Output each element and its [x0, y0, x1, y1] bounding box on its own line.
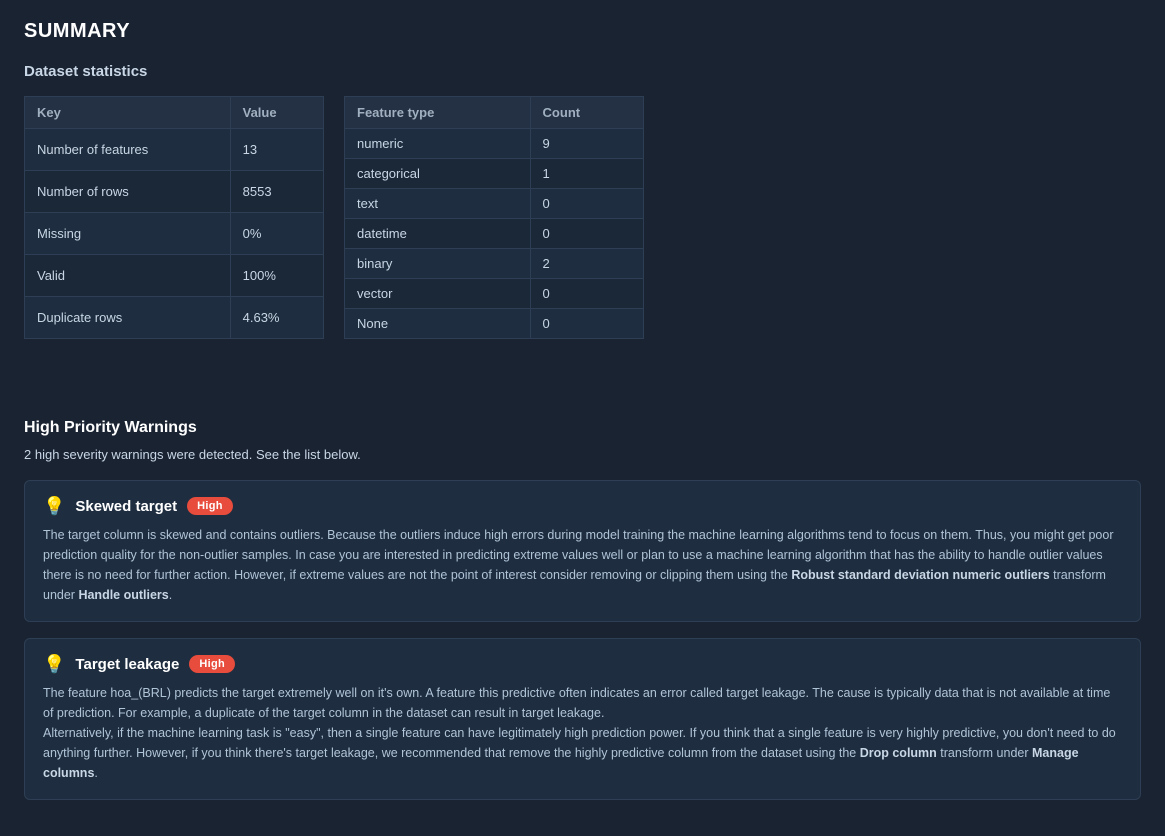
- table-cell-count: 9: [530, 129, 643, 159]
- warning-header: 💡 Target leakage High: [43, 655, 1122, 673]
- warning-body: The feature hoa_(BRL) predicts the targe…: [43, 683, 1122, 783]
- feature-type-table: Feature type Count numeric9categorical1t…: [344, 96, 644, 339]
- table-cell-value: 13: [230, 129, 323, 171]
- table-cell-value: 4.63%: [230, 297, 323, 339]
- table-cell-feature-type: text: [345, 189, 531, 219]
- table-cell-feature-type: categorical: [345, 159, 531, 189]
- table-cell-count: 2: [530, 249, 643, 279]
- table-cell-count: 0: [530, 189, 643, 219]
- col-header-value: Value: [230, 97, 323, 129]
- table-cell-key: Valid: [25, 255, 231, 297]
- table-cell-feature-type: datetime: [345, 219, 531, 249]
- warning-count-text: 2 high severity warnings were detected. …: [24, 447, 1141, 462]
- table-row: text0: [345, 189, 644, 219]
- table-row: Number of features13: [25, 129, 324, 171]
- lightbulb-icon: 💡: [43, 655, 65, 673]
- table-row: categorical1: [345, 159, 644, 189]
- high-badge: High: [187, 497, 233, 515]
- table-cell-key: Number of features: [25, 129, 231, 171]
- table-row: None0: [345, 309, 644, 339]
- warning-header: 💡 Skewed target High: [43, 497, 1122, 515]
- high-badge: High: [189, 655, 235, 673]
- table-cell-key: Duplicate rows: [25, 297, 231, 339]
- table-row: Valid100%: [25, 255, 324, 297]
- warning-title: Target leakage: [75, 656, 179, 673]
- lightbulb-icon: 💡: [43, 497, 65, 515]
- col-header-key: Key: [25, 97, 231, 129]
- table-cell-value: 8553: [230, 171, 323, 213]
- page-title: SUMMARY: [24, 20, 1141, 43]
- table-row: vector0: [345, 279, 644, 309]
- dataset-statistics-section: Dataset statistics Key Value Number of f…: [24, 63, 1141, 339]
- table-cell-key: Missing: [25, 213, 231, 255]
- table-cell-feature-type: binary: [345, 249, 531, 279]
- table-row: Missing0%: [25, 213, 324, 255]
- table-cell-value: 0%: [230, 213, 323, 255]
- statistics-tables-container: Key Value Number of features13Number of …: [24, 96, 1141, 339]
- table-cell-feature-type: None: [345, 309, 531, 339]
- table-cell-feature-type: vector: [345, 279, 531, 309]
- table-cell-count: 1: [530, 159, 643, 189]
- warning-title: Skewed target: [75, 498, 177, 515]
- table-cell-key: Number of rows: [25, 171, 231, 213]
- warning-card: 💡 Target leakage High The feature hoa_(BRL)…: [24, 638, 1141, 800]
- table-row: numeric9: [345, 129, 644, 159]
- table-cell-count: 0: [530, 219, 643, 249]
- table-cell-value: 100%: [230, 255, 323, 297]
- warnings-container: 💡 Skewed target High The target column is s…: [24, 480, 1141, 800]
- table-cell-count: 0: [530, 309, 643, 339]
- dataset-statistics-title: Dataset statistics: [24, 63, 1141, 80]
- warning-body: The target column is skewed and contains…: [43, 525, 1122, 605]
- table-row: Number of rows8553: [25, 171, 324, 213]
- warning-card: 💡 Skewed target High The target column is s…: [24, 480, 1141, 622]
- key-value-table: Key Value Number of features13Number of …: [24, 96, 324, 339]
- col-header-feature-type: Feature type: [345, 97, 531, 129]
- table-cell-feature-type: numeric: [345, 129, 531, 159]
- table-row: Duplicate rows4.63%: [25, 297, 324, 339]
- table-cell-count: 0: [530, 279, 643, 309]
- table-row: binary2: [345, 249, 644, 279]
- table-row: datetime0: [345, 219, 644, 249]
- high-priority-section: High Priority Warnings 2 high severity w…: [24, 419, 1141, 800]
- high-priority-title: High Priority Warnings: [24, 419, 1141, 437]
- col-header-count: Count: [530, 97, 643, 129]
